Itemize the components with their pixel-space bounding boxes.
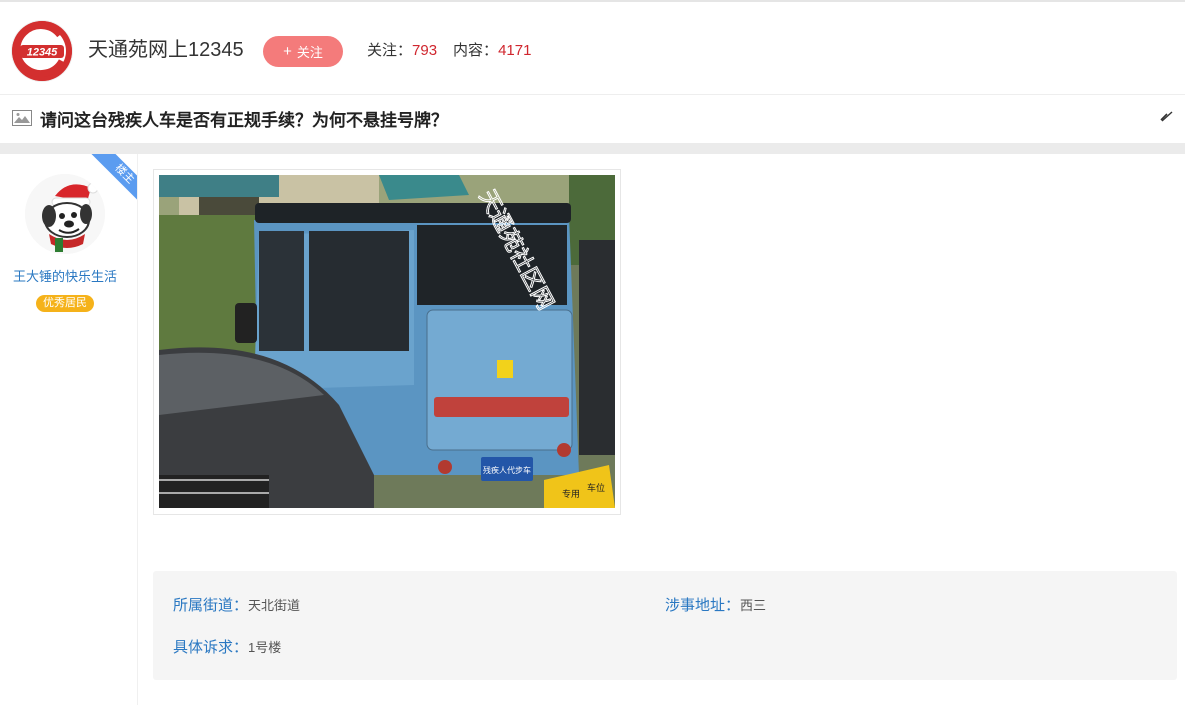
thread-title-row: 请问这台残疾人车是否有正规手续？为何不悬挂号牌？ (12, 104, 448, 132)
logo-icon: 12345 (12, 21, 72, 81)
parking-sign-text: 专用 (562, 488, 580, 500)
address-value: 西三 (740, 598, 767, 613)
address-label: 涉事地址： (665, 597, 741, 614)
author-badge: 优秀居民 (36, 295, 94, 312)
follow-count: 793 (412, 42, 438, 59)
forum-name[interactable]: 天通苑网上12345 (88, 37, 244, 63)
address-field: 涉事地址：西三 (665, 596, 766, 616)
street-label: 所属街道： (173, 597, 249, 614)
top-border (0, 0, 1185, 2)
logo-text: 12345 (27, 47, 58, 59)
post-photo-frame[interactable]: 残疾人代步车 专用 车位 天通苑社区网 (153, 169, 621, 515)
parking-sign-text-2: 车位 (587, 482, 605, 494)
follow-button-label: 关注 (296, 45, 323, 60)
plate-text: 残疾人代步车 (483, 465, 531, 475)
content-count: 4171 (498, 42, 532, 59)
request-label: 具体诉求： (173, 639, 249, 656)
street-field: 所属街道：天北街道 (173, 596, 300, 616)
forum-logo[interactable]: 12345 (12, 21, 72, 81)
avatar[interactable] (25, 174, 105, 254)
content-count-label: 内容： (453, 42, 499, 59)
thread-title: 请问这台残疾人车是否有正规手续？为何不悬挂号牌？ (40, 110, 448, 130)
header-divider (0, 94, 1185, 95)
follow-button[interactable]: + 关注 (263, 36, 343, 67)
complaint-details: 所属街道：天北街道 涉事地址：西三 具体诉求：1号楼 (153, 571, 1177, 680)
dog-avatar-icon (25, 174, 105, 254)
forum-stats: 关注：793 内容：4171 (367, 40, 531, 62)
chevron-icon[interactable] (1158, 108, 1176, 126)
author-name[interactable]: 王大锤的快乐生活 (0, 266, 130, 285)
plus-icon: + (283, 43, 292, 60)
follow-count-label: 关注： (367, 42, 413, 59)
request-field: 具体诉求：1号楼 (173, 638, 281, 658)
post-photo[interactable]: 残疾人代步车 专用 车位 天通苑社区网 (159, 175, 615, 508)
request-value: 1号楼 (248, 640, 282, 655)
section-divider (0, 143, 1185, 154)
image-icon (12, 110, 32, 126)
street-value: 天北街道 (248, 598, 301, 613)
